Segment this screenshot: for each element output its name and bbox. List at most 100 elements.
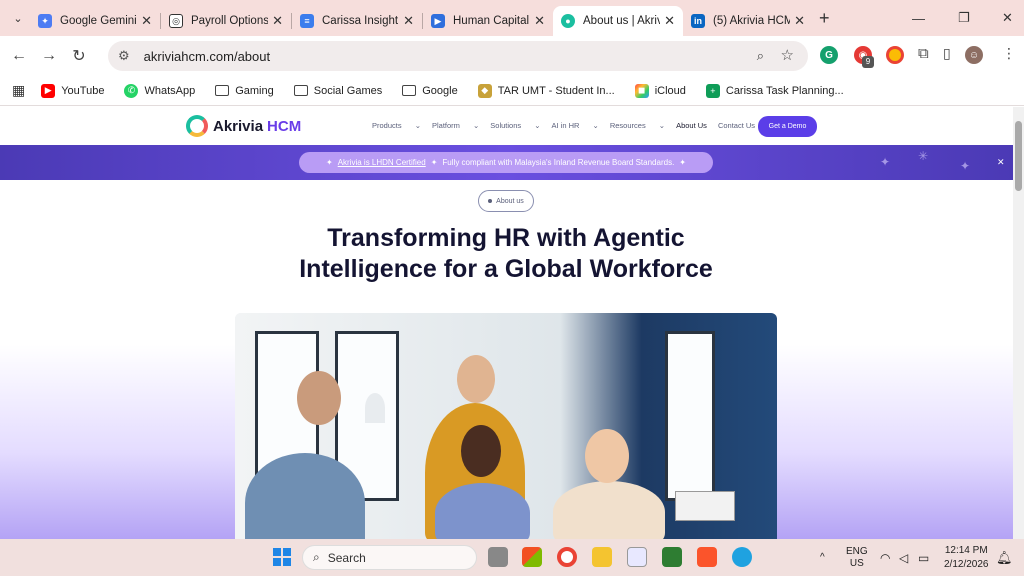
tab-carissa-insight[interactable]: ≡ Carissa Insight B ✕ bbox=[292, 6, 422, 36]
bookmark-google[interactable]: Google bbox=[402, 84, 458, 97]
bookmark-icloud[interactable]: ◼ iCloud bbox=[634, 83, 686, 98]
app-icon[interactable] bbox=[662, 547, 682, 567]
bookmark-label: Gaming bbox=[235, 84, 274, 97]
bookmark-label: TAR UMT - Student In... bbox=[497, 84, 615, 97]
back-icon[interactable]: ← bbox=[4, 47, 34, 65]
language-indicator[interactable]: ENG US bbox=[846, 539, 868, 576]
bookmark-whatsapp[interactable]: ✆ WhatsApp bbox=[124, 83, 196, 98]
close-tab-icon[interactable]: ✕ bbox=[664, 13, 675, 29]
hero-image bbox=[235, 313, 777, 539]
forward-icon[interactable]: → bbox=[34, 47, 64, 65]
certification-pill: ✦ Akrivia is LHDN Certified ✦ Fully comp… bbox=[299, 152, 713, 173]
restore-button[interactable]: ❐ bbox=[958, 0, 970, 36]
tab-about-us[interactable]: ● About us | Akriv ✕ bbox=[553, 6, 683, 36]
badge-label: About us bbox=[496, 197, 524, 205]
apps-grid-icon[interactable]: ▦ bbox=[12, 82, 25, 99]
person-head-shape bbox=[585, 429, 629, 483]
search-icon: ⌕ bbox=[313, 550, 320, 564]
bookmark-label: WhatsApp bbox=[144, 84, 196, 97]
new-tab-button[interactable]: + bbox=[819, 8, 830, 29]
search-label: Search bbox=[327, 550, 366, 565]
web-page: Akrivia HCM Products ⌄ Platform ⌄ Soluti… bbox=[0, 107, 1013, 539]
nav-resources[interactable]: Resources ⌄ bbox=[610, 121, 665, 130]
tab-google-gemini[interactable]: ✦ Google Gemini ✕ bbox=[30, 6, 160, 36]
close-tab-icon[interactable]: ✕ bbox=[534, 13, 545, 29]
page-scrollbar[interactable] bbox=[1013, 107, 1024, 539]
close-tab-icon[interactable]: ✕ bbox=[141, 13, 152, 29]
nav-ai-in-hr[interactable]: AI in HR ⌄ bbox=[552, 121, 599, 130]
grammarly-extension-icon[interactable]: G bbox=[820, 46, 838, 64]
scrollbar-thumb[interactable] bbox=[1015, 121, 1022, 191]
folder-icon bbox=[215, 85, 230, 96]
bookmark-tar-umt[interactable]: ◆ TAR UMT - Student In... bbox=[477, 83, 615, 98]
sidebar-panel-icon[interactable]: ▯ bbox=[943, 45, 951, 62]
sparkle-icon: ✦ bbox=[960, 159, 971, 173]
bookmark-youtube[interactable]: ▶ YouTube bbox=[41, 83, 104, 98]
address-bar[interactable]: ⚙ akriviahcm.com/about ⌕ ☆ bbox=[108, 41, 808, 71]
headline-line-2: Intelligence for a Global Workforce bbox=[299, 255, 713, 283]
close-tab-icon[interactable]: ✕ bbox=[403, 13, 414, 29]
notification-bell-icon[interactable]: 🔔︎ bbox=[996, 539, 1013, 576]
person-head-shape bbox=[457, 355, 495, 403]
close-tab-icon[interactable]: ✕ bbox=[794, 13, 805, 29]
nav-platform[interactable]: Platform ⌄ bbox=[432, 121, 479, 130]
get-a-demo-button[interactable]: Get a Demo bbox=[758, 116, 817, 137]
chrome-extension-icon[interactable] bbox=[886, 46, 904, 64]
brave-icon[interactable] bbox=[697, 547, 717, 567]
nav-solutions[interactable]: Solutions ⌄ bbox=[490, 121, 540, 130]
lamp-shape bbox=[365, 393, 385, 423]
icloud-icon: ◼ bbox=[634, 83, 649, 98]
site-logo[interactable]: Akrivia HCM bbox=[186, 115, 301, 137]
zoom-icon[interactable]: ⌕ bbox=[757, 48, 764, 64]
bookmark-carissa-task[interactable]: + Carissa Task Planning... bbox=[705, 83, 844, 98]
close-tab-icon[interactable]: ✕ bbox=[272, 13, 283, 29]
folder-icon bbox=[402, 85, 417, 96]
reload-icon[interactable]: ↻ bbox=[64, 46, 94, 66]
nav-label: Products bbox=[372, 121, 402, 130]
show-hidden-icons[interactable]: ^ bbox=[820, 539, 825, 576]
system-clock[interactable]: 12:14 PM 2/12/2026 bbox=[944, 544, 989, 572]
nav-contact-us[interactable]: Contact Us bbox=[718, 121, 755, 130]
sparkle-icon: ✳ bbox=[918, 149, 929, 163]
more-menu-icon[interactable]: ⋮ bbox=[1002, 45, 1016, 62]
chrome-icon[interactable] bbox=[557, 547, 577, 567]
tab-linkedin[interactable]: in (5) Akrivia HCM ✕ bbox=[683, 6, 813, 36]
bookmark-gaming[interactable]: Gaming bbox=[215, 85, 274, 97]
bookmark-social-games[interactable]: Social Games bbox=[293, 85, 382, 97]
edge-icon[interactable] bbox=[732, 547, 752, 567]
nav-label: Resources bbox=[609, 121, 646, 130]
nav-label: Solutions bbox=[490, 121, 522, 130]
tab-payroll-options[interactable]: ◎ Payroll Options ✕ bbox=[161, 6, 291, 36]
person-head-shape bbox=[461, 425, 501, 477]
bookmark-star-icon[interactable]: ☆ bbox=[781, 46, 794, 64]
snipping-tool-icon[interactable] bbox=[627, 547, 647, 567]
file-explorer-icon[interactable] bbox=[592, 547, 612, 567]
akrivia-icon: ● bbox=[561, 14, 575, 28]
profile-avatar[interactable]: ☺ bbox=[965, 46, 983, 64]
close-banner-icon[interactable]: ✕ bbox=[997, 157, 1005, 168]
bookmark-label: iCloud bbox=[654, 84, 686, 97]
tab-title: About us | Akriv bbox=[583, 15, 661, 27]
google-sheets-icon: + bbox=[705, 83, 720, 98]
nav-about-us[interactable]: About Us bbox=[676, 121, 707, 130]
wifi-icon[interactable]: ◠ bbox=[880, 539, 890, 576]
tab-strip: ⌄ ✦ Google Gemini ✕ ◎ Payroll Options ✕ … bbox=[0, 0, 1024, 36]
tab-search-button[interactable]: ⌄ bbox=[6, 6, 30, 30]
microsoft-store-icon[interactable] bbox=[522, 547, 542, 567]
window-shape bbox=[665, 331, 715, 501]
taskbar-search[interactable]: ⌕ Search bbox=[302, 545, 477, 570]
task-view-icon[interactable] bbox=[488, 547, 508, 567]
volume-muted-icon[interactable]: ◁ bbox=[899, 539, 908, 576]
person-woman-cream-shape bbox=[553, 481, 665, 539]
close-window-button[interactable]: ✕ bbox=[1002, 0, 1013, 36]
tab-human-capital[interactable]: ▶ Human Capital N ✕ bbox=[423, 6, 553, 36]
nav-products[interactable]: Products ⌄ bbox=[372, 121, 421, 130]
site-info-icon[interactable]: ⚙ bbox=[118, 48, 130, 64]
lhdn-certified-link[interactable]: Akrivia is LHDN Certified bbox=[338, 158, 426, 167]
bookmark-label: Google bbox=[422, 84, 458, 97]
puzzle-extensions-icon[interactable]: ⧉ bbox=[918, 45, 929, 62]
battery-icon[interactable]: ▭ bbox=[918, 539, 929, 576]
windows-start-icon[interactable] bbox=[273, 548, 291, 566]
minimize-button[interactable]: — bbox=[912, 0, 925, 36]
sparkle-icon: ✦ bbox=[679, 158, 686, 167]
